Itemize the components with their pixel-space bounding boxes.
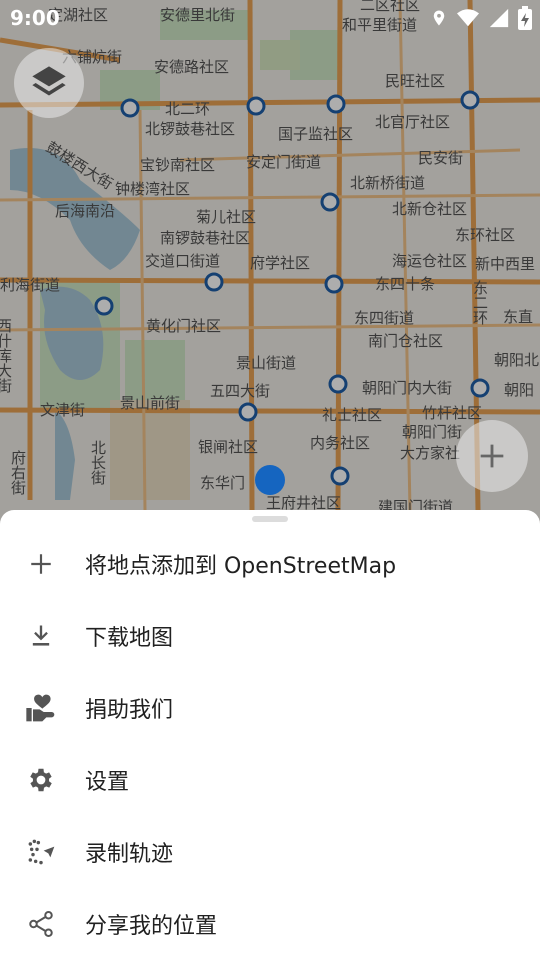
wifi-icon	[457, 9, 479, 27]
menu-list: 将地点添加到 OpenStreetMap 下载地图 捐助我们 设置 录制轨迹 分…	[0, 528, 540, 960]
record-track-icon	[24, 835, 58, 869]
battery-charging-icon	[518, 6, 532, 30]
current-location-marker	[255, 465, 285, 495]
menu-item-add-place[interactable]: 将地点添加到 OpenStreetMap	[0, 528, 540, 600]
menu-item-label: 分享我的位置	[85, 914, 218, 939]
plus-icon	[24, 547, 58, 581]
menu-item-label: 将地点添加到 OpenStreetMap	[85, 554, 397, 579]
layers-icon	[32, 66, 66, 96]
cell-signal-icon	[489, 8, 509, 28]
menu-item-label: 设置	[85, 770, 130, 795]
menu-item-donate[interactable]: 捐助我们	[0, 672, 540, 744]
menu-item-settings[interactable]: 设置	[0, 744, 540, 816]
donate-heart-hand-icon	[24, 691, 58, 725]
share-icon	[24, 907, 58, 941]
download-icon	[24, 619, 58, 653]
location-icon	[433, 10, 445, 26]
menu-item-label: 下载地图	[85, 626, 174, 651]
layers-button[interactable]	[14, 48, 84, 118]
status-time: 9:00	[10, 6, 60, 30]
sheet-drag-handle[interactable]	[252, 516, 288, 522]
menu-item-share-location[interactable]: 分享我的位置	[0, 888, 540, 960]
bottom-sheet-menu: 将地点添加到 OpenStreetMap 下载地图 捐助我们 设置 录制轨迹 分…	[0, 510, 540, 960]
menu-item-record-track[interactable]: 录制轨迹	[0, 816, 540, 888]
gear-icon	[24, 763, 58, 797]
plus-icon	[480, 444, 504, 468]
menu-item-label: 录制轨迹	[85, 842, 174, 867]
zoom-in-button[interactable]	[456, 420, 528, 492]
menu-item-label: 捐助我们	[85, 698, 174, 723]
status-bar: 9:00	[0, 0, 540, 36]
menu-item-download-maps[interactable]: 下载地图	[0, 600, 540, 672]
